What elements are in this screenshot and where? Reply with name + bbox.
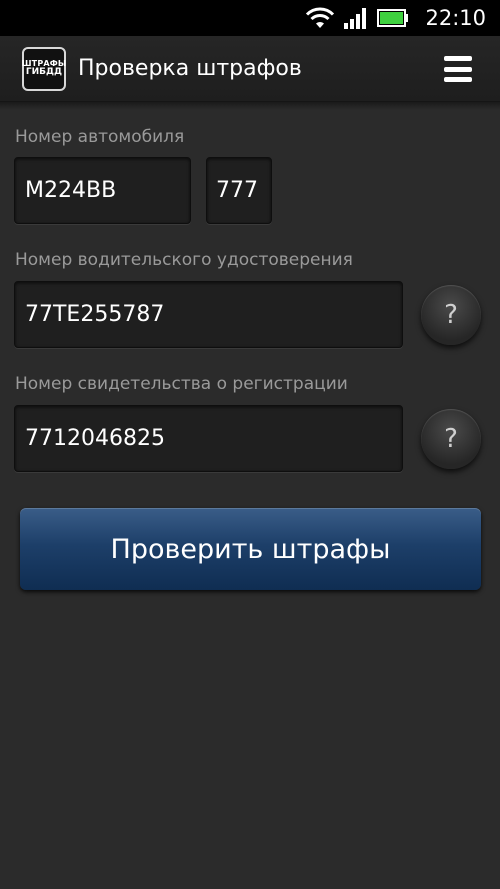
app-logo[interactable]: ШТРАФЫ ГИБДД <box>22 46 66 91</box>
battery-icon <box>377 8 409 28</box>
registration-label: Номер свидетельства о регистрации <box>15 374 348 394</box>
wifi-icon <box>305 7 335 29</box>
action-bar-shadow <box>0 102 500 110</box>
check-fines-button[interactable]: Проверить штрафы <box>20 508 481 590</box>
license-help-button[interactable]: ? <box>421 285 481 345</box>
car-region-input[interactable]: 777 <box>206 157 272 224</box>
license-input[interactable]: 77ТЕ255787 <box>14 281 403 348</box>
action-bar: ШТРАФЫ ГИБДД Проверка штрафов <box>0 36 500 102</box>
car-number-input[interactable]: М224ВВ <box>14 157 191 224</box>
logo-line-2: ГИБДД <box>25 66 63 77</box>
signal-icon <box>343 7 369 29</box>
license-label: Номер водительского удостоверения <box>15 250 353 270</box>
registration-input[interactable]: 7712046825 <box>14 405 403 472</box>
menu-bar-middle <box>444 66 472 72</box>
menu-bar-top <box>444 56 472 61</box>
menu-icon[interactable] <box>444 56 472 82</box>
registration-help-button[interactable]: ? <box>421 409 481 469</box>
status-time: 22:10 <box>425 6 486 30</box>
menu-bar-bottom <box>444 77 472 82</box>
car-number-label: Номер автомобиля <box>15 127 185 147</box>
app-title: Проверка штрафов <box>78 56 302 81</box>
status-bar: 22:10 <box>0 0 500 36</box>
